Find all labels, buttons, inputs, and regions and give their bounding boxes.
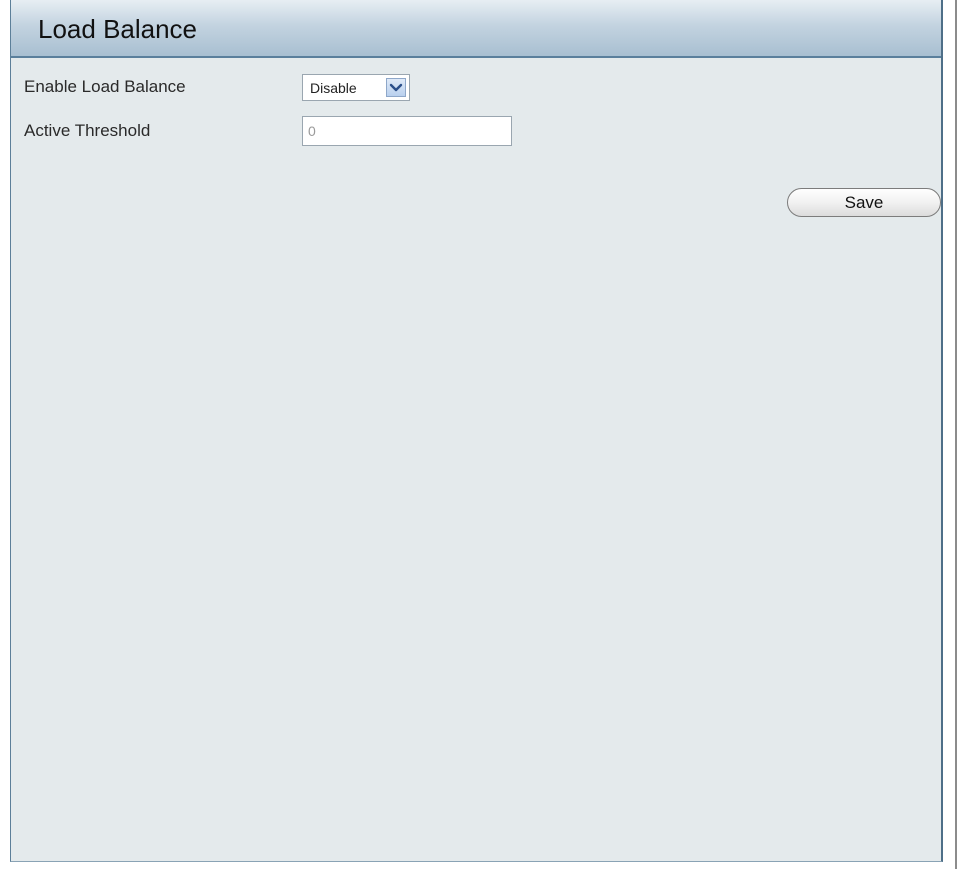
save-button[interactable]: Save [787, 188, 941, 217]
active-threshold-input[interactable]: 0 [302, 116, 512, 146]
enable-load-balance-label: Enable Load Balance [24, 77, 186, 96]
window-divider [955, 0, 957, 869]
page-title: Load Balance [38, 14, 198, 44]
active-threshold-label: Active Threshold [24, 121, 151, 140]
chevron-down-icon[interactable] [386, 78, 406, 97]
enable-load-balance-select[interactable]: Disable [302, 74, 410, 101]
active-threshold-value: 0 [308, 123, 316, 139]
load-balance-panel: Load Balance Enable Load Balance Disable… [10, 0, 943, 862]
select-value: Disable [310, 80, 357, 96]
panel-header: Load Balance [11, 0, 941, 58]
